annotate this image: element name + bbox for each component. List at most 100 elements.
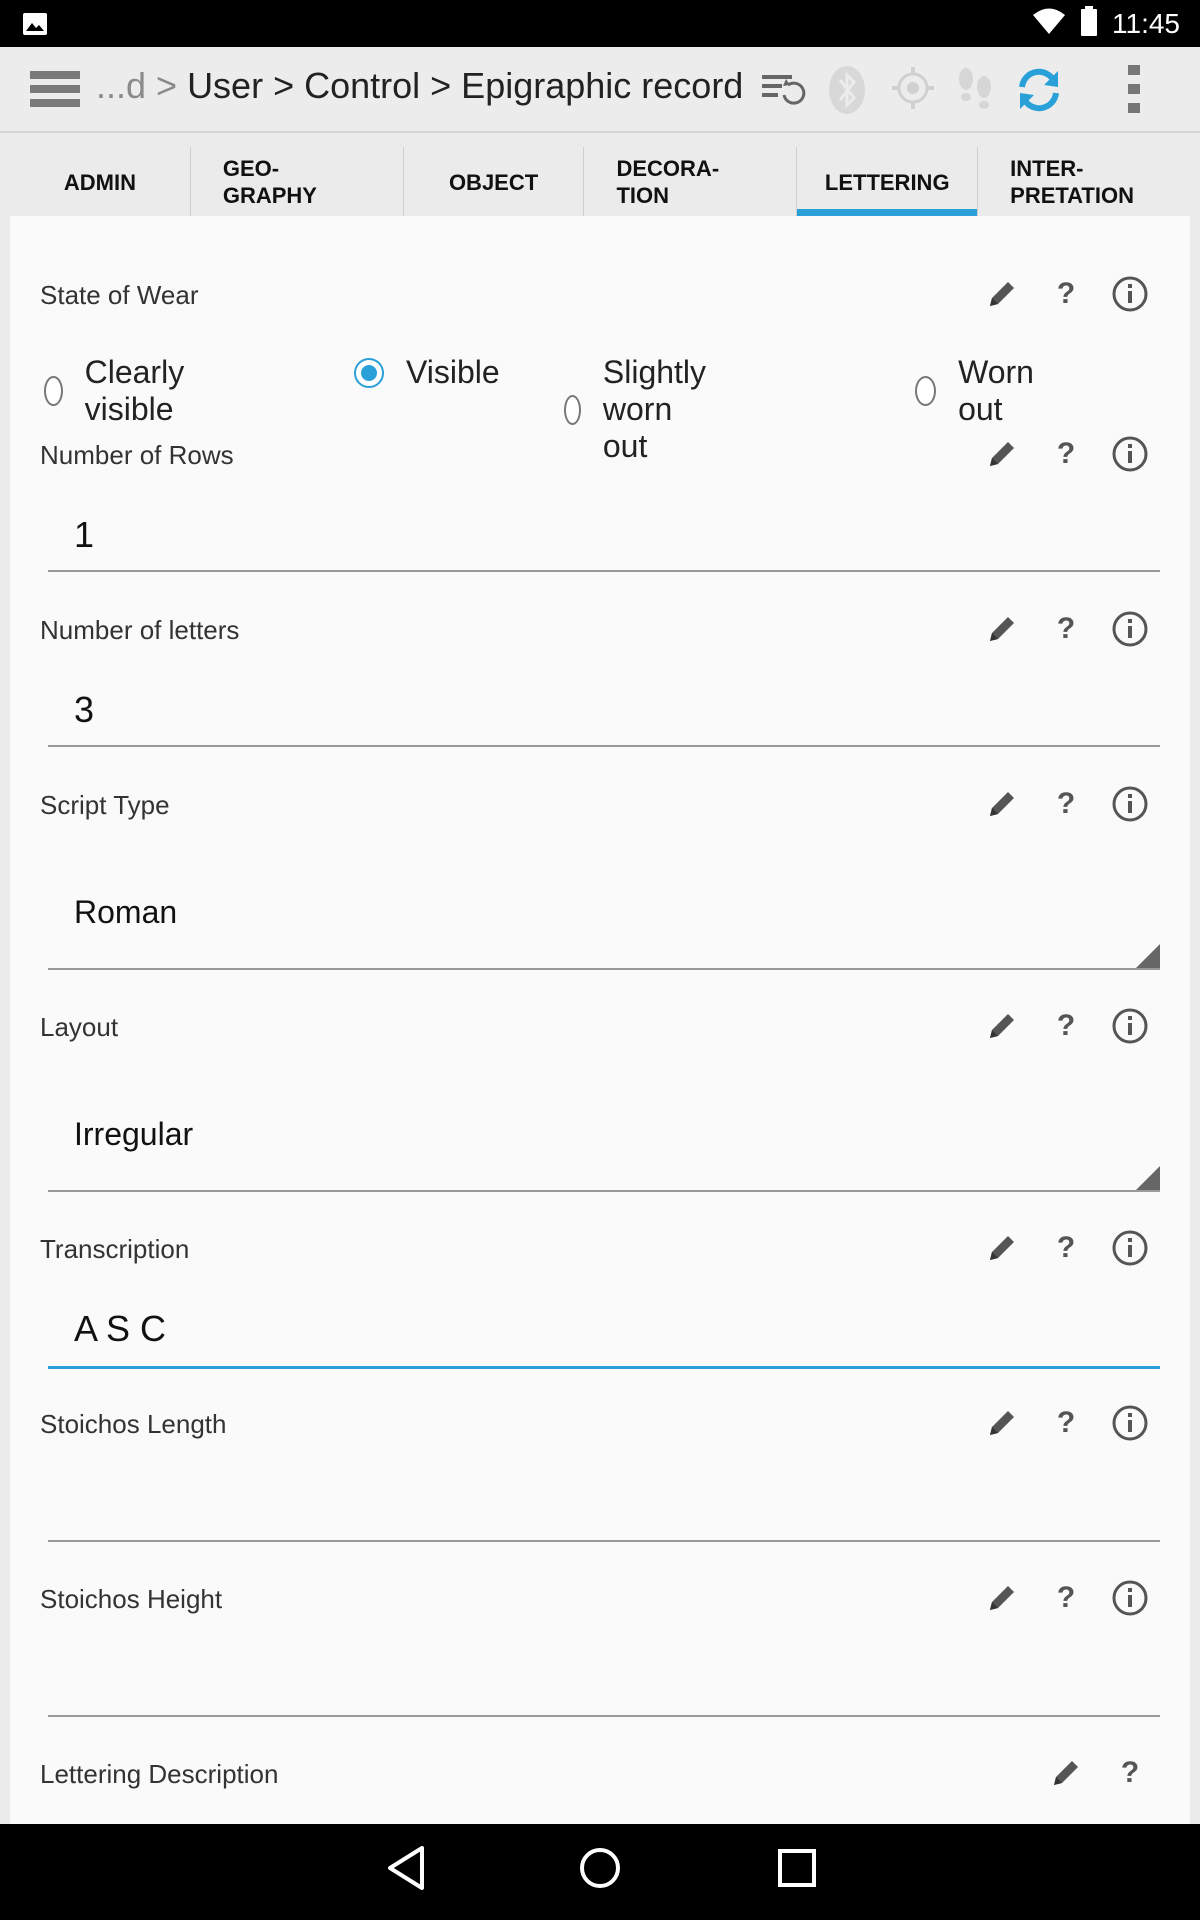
form-content: State of Wear ? Clearly visible Visible … [10, 216, 1190, 1824]
number-of-letters-input[interactable]: 3 [48, 683, 1160, 747]
help-icon[interactable]: ? [1034, 609, 1098, 649]
info-icon[interactable] [1098, 1403, 1162, 1443]
help-icon[interactable]: ? [1034, 434, 1098, 474]
action-bar: ...d > User > Control > Epigraphic recor… [0, 47, 1200, 133]
layout-actions: ? [970, 1006, 1162, 1046]
tab-lettering[interactable]: LETTERING [797, 147, 979, 219]
radio-circle [354, 357, 384, 388]
help-icon[interactable]: ? [1034, 1578, 1098, 1618]
spinner-value: Irregular [74, 1116, 194, 1152]
tab-decoration[interactable]: DECORA- TION [584, 147, 798, 219]
transcription-label: Transcription [40, 1234, 190, 1264]
radio-slightly-worn-out[interactable]: Slightly worn out [564, 354, 719, 465]
tab-label: ADMIN [63, 169, 136, 195]
radio-circle [44, 376, 63, 406]
edit-icon[interactable] [970, 784, 1034, 824]
info-icon[interactable] [1098, 274, 1162, 314]
lettering-description-actions: ? [1034, 1753, 1162, 1793]
info-icon[interactable] [1098, 434, 1162, 474]
info-icon[interactable] [1098, 1578, 1162, 1618]
number-of-letters-actions: ? [970, 609, 1162, 649]
spinner-value: Roman [74, 894, 178, 930]
wifi-icon [1032, 7, 1066, 40]
navigation-bar [0, 1824, 1200, 1920]
help-icon[interactable]: ? [1034, 1228, 1098, 1268]
tab-admin[interactable]: ADMIN [10, 147, 191, 219]
tab-label: LETTERING [824, 169, 950, 195]
tab-bar: ADMIN GEO- GRAPHY OBJECT DECORA- TION LETT… [10, 147, 1190, 219]
help-icon[interactable]: ? [1034, 1006, 1098, 1046]
status-time: 11:45 [1112, 7, 1180, 39]
number-of-letters-label: Number of letters [40, 615, 240, 645]
number-of-rows-actions: ? [970, 434, 1162, 474]
help-icon[interactable]: ? [1098, 1753, 1162, 1793]
state-of-wear-actions: ? [970, 274, 1162, 314]
home-icon[interactable] [578, 1844, 622, 1897]
refresh-icon[interactable] [1014, 65, 1064, 120]
layout-label: Layout [40, 1012, 119, 1042]
radio-visible[interactable]: Visible [354, 354, 500, 391]
stoichos-length-label: Stoichos Length [40, 1409, 227, 1439]
transcription-input[interactable]: A S C [48, 1302, 1160, 1369]
overflow-menu-icon[interactable] [1126, 63, 1146, 120]
help-icon[interactable]: ? [1034, 784, 1098, 824]
stoichos-height-actions: ? [970, 1578, 1162, 1618]
tab-label: INTER- PRETATION [1010, 156, 1134, 208]
back-icon[interactable] [384, 1844, 428, 1897]
radio-label: Clearly visible [84, 354, 185, 427]
input-value: A S C [74, 1308, 167, 1349]
edit-icon[interactable] [970, 1006, 1034, 1046]
number-of-rows-label: Number of Rows [40, 440, 234, 470]
edit-icon[interactable] [970, 1228, 1034, 1268]
breadcrumb-prefix: ...d > [96, 65, 188, 106]
transcription-actions: ? [970, 1228, 1162, 1268]
edit-icon[interactable] [970, 1578, 1034, 1618]
bluetooth-icon[interactable] [826, 65, 868, 120]
stoichos-length-input[interactable] [48, 1476, 1160, 1542]
script-type-spinner[interactable]: Roman [48, 866, 1160, 970]
input-value: 3 [74, 689, 95, 730]
stoichos-height-input[interactable] [48, 1651, 1160, 1717]
stoichos-length-actions: ? [970, 1403, 1162, 1443]
layout-spinner[interactable]: Irregular [48, 1088, 1160, 1192]
battery-icon [1080, 6, 1098, 41]
recent-apps-icon[interactable] [775, 1844, 819, 1897]
stoichos-height-label: Stoichos Height [40, 1584, 223, 1614]
edit-icon[interactable] [970, 1403, 1034, 1443]
radio-circle [915, 376, 937, 406]
edit-icon[interactable] [970, 274, 1034, 314]
radio-label: Worn out [958, 354, 1034, 427]
breadcrumb[interactable]: ...d > User > Control > Epigraphic recor… [96, 65, 743, 107]
tab-object[interactable]: OBJECT [403, 147, 585, 219]
edit-icon[interactable] [1034, 1753, 1098, 1793]
info-icon[interactable] [1098, 1228, 1162, 1268]
tab-label: DECORA- TION [616, 156, 720, 208]
help-icon[interactable]: ? [1034, 274, 1098, 314]
edit-icon[interactable] [970, 609, 1034, 649]
script-type-actions: ? [970, 784, 1162, 824]
menu-icon[interactable] [30, 69, 82, 114]
info-icon[interactable] [1098, 609, 1162, 649]
radio-label: Slightly worn out [602, 354, 707, 464]
lettering-description-label: Lettering Description [40, 1759, 279, 1789]
info-icon[interactable] [1098, 1006, 1162, 1046]
breadcrumb-path: User > Control > Epigraphic record [187, 65, 744, 106]
sync-list-icon[interactable] [760, 65, 806, 116]
script-type-label: Script Type [40, 790, 170, 820]
image-notification-icon [22, 12, 48, 41]
status-bar: 11:45 [0, 0, 1200, 47]
tab-interpretation[interactable]: INTER- PRETATION [978, 147, 1190, 219]
dropdown-triangle-icon [1136, 944, 1160, 968]
radio-worn-out[interactable]: Worn out [915, 354, 1043, 428]
number-of-rows-input[interactable]: 1 [48, 508, 1160, 572]
input-value: 1 [74, 514, 95, 555]
info-icon[interactable] [1098, 784, 1162, 824]
edit-icon[interactable] [970, 434, 1034, 474]
gps-icon[interactable] [890, 65, 936, 116]
footsteps-icon[interactable] [952, 65, 998, 120]
help-icon[interactable]: ? [1034, 1403, 1098, 1443]
tab-geography[interactable]: GEO- GRAPHY [190, 147, 404, 219]
radio-label: Visible [406, 354, 500, 390]
tab-label: OBJECT [448, 169, 539, 195]
radio-clearly-visible[interactable]: Clearly visible [44, 354, 196, 428]
